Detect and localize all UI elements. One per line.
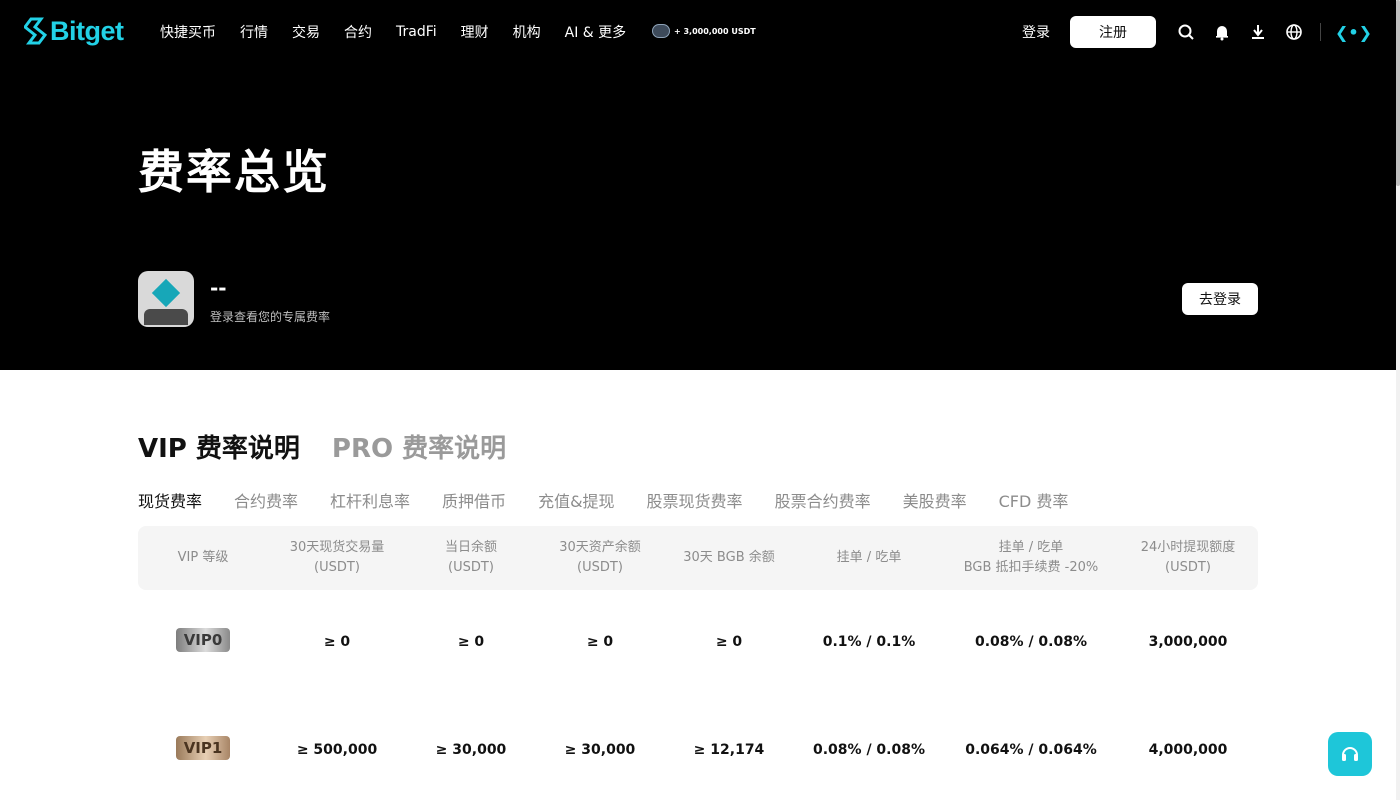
maker-taker-bgb-cell: 0.08% / 0.08% bbox=[975, 634, 1087, 650]
bitget-logo-icon bbox=[24, 17, 48, 44]
col-daily-balance: 当日余额 (USDT) bbox=[406, 526, 536, 590]
section-tabs: VIP 费率说明 PRO 费率说明 bbox=[138, 428, 538, 465]
nav-earn[interactable]: 理财 bbox=[461, 22, 489, 42]
page-title: 费率总览 bbox=[138, 145, 330, 199]
nav-futures[interactable]: 合约 bbox=[344, 22, 372, 42]
asset-balance-cell: ≥ 30,000 bbox=[564, 742, 636, 758]
promo-badge-icon bbox=[652, 24, 670, 38]
subtab-deposit-withdraw[interactable]: 充值&提现 bbox=[538, 488, 614, 512]
hero-section: 费率总览 -- 登录查看您的专属费率 去登录 bbox=[0, 64, 1396, 370]
top-navigation: Bitget 快捷买币 行情 交易 合约 TradFi 理财 机构 AI & 更… bbox=[0, 0, 1396, 64]
bell-icon[interactable] bbox=[1212, 22, 1232, 42]
sub-tabs: 现货费率 合约费率 杠杆利息率 质押借币 充值&提现 股票现货费率 股票合约费率… bbox=[138, 488, 1100, 512]
bgb-balance-cell: ≥ 0 bbox=[715, 634, 743, 650]
withdraw-limit-cell: 4,000,000 bbox=[1148, 742, 1228, 758]
nav-quick-buy[interactable]: 快捷买币 bbox=[160, 22, 216, 42]
col-spot-volume-unit: (USDT) bbox=[314, 560, 360, 575]
col-withdraw-limit-label: 24小时提现额度 bbox=[1140, 540, 1236, 555]
nav-trade[interactable]: 交易 bbox=[292, 22, 320, 42]
spot-volume-cell: ≥ 500,000 bbox=[296, 742, 378, 758]
col-maker-taker-bgb-note: BGB 抵扣手续费 -20% bbox=[963, 560, 1099, 575]
promo-banner[interactable]: + 3,000,000 USDT bbox=[652, 24, 756, 38]
col-daily-balance-label: 当日余额 bbox=[444, 540, 497, 555]
search-icon[interactable] bbox=[1176, 22, 1196, 42]
subtab-stock-spot-fees[interactable]: 股票现货费率 bbox=[647, 488, 743, 512]
brand-mark-icon[interactable]: ❮•❯ bbox=[1335, 23, 1372, 42]
page-scrollbar[interactable] bbox=[1396, 0, 1400, 800]
col-withdraw-limit: 24小时提现额度 (USDT) bbox=[1118, 526, 1258, 590]
bgb-balance-cell: ≥ 12,174 bbox=[693, 742, 765, 758]
vip-level-cell: VIP1 bbox=[138, 696, 268, 800]
header-divider bbox=[1319, 23, 1321, 41]
col-spot-volume: 30天现货交易量 (USDT) bbox=[268, 526, 406, 590]
withdraw-limit-cell: 3,000,000 bbox=[1148, 634, 1228, 650]
user-subtitle: 登录查看您的专属费率 bbox=[210, 310, 331, 324]
subtab-stock-futures-fees[interactable]: 股票合约费率 bbox=[775, 488, 871, 512]
subtab-margin-interest[interactable]: 杠杆利息率 bbox=[330, 488, 410, 512]
download-icon[interactable] bbox=[1248, 22, 1268, 42]
col-daily-balance-unit: (USDT) bbox=[448, 560, 494, 575]
col-maker-taker-label: 挂单 / 吃单 bbox=[836, 550, 902, 565]
subtab-crypto-loans[interactable]: 质押借币 bbox=[442, 488, 506, 512]
tab-pro-rates[interactable]: PRO 费率说明 bbox=[332, 428, 506, 465]
col-vip-level-label: VIP 等级 bbox=[177, 550, 229, 565]
col-asset-balance-label: 30天资产余额 bbox=[559, 540, 641, 555]
vip-badge: VIP0 bbox=[176, 628, 230, 652]
table-header: VIP 等级 30天现货交易量 (USDT) 当日余额 (USDT) 30天资产余额… bbox=[138, 526, 1258, 590]
maker-taker-bgb-cell: 0.064% / 0.064% bbox=[965, 742, 1097, 758]
daily-balance-cell: ≥ 0 bbox=[457, 634, 485, 650]
goto-login-button[interactable]: 去登录 bbox=[1182, 283, 1258, 315]
nav-ai-more[interactable]: AI & 更多 bbox=[565, 22, 627, 42]
table-row: VIP0 ≥ 0 ≥ 0 ≥ 0 ≥ 0 0.1% / 0.1% 0.08% /… bbox=[138, 588, 1258, 696]
maker-taker-cell: 0.08% / 0.08% bbox=[813, 742, 925, 758]
subtab-cfd-fees[interactable]: CFD 费率 bbox=[999, 488, 1069, 512]
register-button[interactable]: 注册 bbox=[1069, 16, 1156, 48]
col-asset-balance: 30天资产余额 (USDT) bbox=[536, 526, 664, 590]
col-maker-taker-bgb: 挂单 / 吃单 BGB 抵扣手续费 -20% bbox=[944, 526, 1118, 590]
subtab-futures-fees[interactable]: 合约费率 bbox=[234, 488, 298, 512]
vip-badge: VIP1 bbox=[176, 736, 230, 760]
headset-icon bbox=[1342, 747, 1358, 761]
col-withdraw-limit-unit: (USDT) bbox=[1165, 560, 1211, 575]
col-maker-taker-bgb-label: 挂单 / 吃单 bbox=[998, 540, 1064, 555]
tab-vip-rates[interactable]: VIP 费率说明 bbox=[138, 428, 300, 465]
spot-volume-cell: ≥ 0 bbox=[323, 634, 351, 650]
subtab-spot-fees[interactable]: 现货费率 bbox=[138, 488, 202, 512]
vip-level-cell: VIP0 bbox=[138, 588, 268, 696]
main-nav: 快捷买币 行情 交易 合约 TradFi 理财 机构 AI & 更多 bbox=[160, 0, 650, 64]
avatar-diamond-icon bbox=[151, 278, 181, 308]
col-vip-level: VIP 等级 bbox=[138, 526, 268, 590]
asset-balance-cell: ≥ 0 bbox=[586, 634, 614, 650]
col-maker-taker: 挂单 / 吃单 bbox=[794, 526, 944, 590]
bitget-logo[interactable]: Bitget bbox=[24, 16, 124, 47]
globe-icon[interactable] bbox=[1284, 22, 1304, 42]
nav-institutional[interactable]: 机构 bbox=[513, 22, 541, 42]
nav-markets[interactable]: 行情 bbox=[240, 22, 268, 42]
scrollbar-thumb[interactable] bbox=[1396, 0, 1400, 186]
maker-taker-cell: 0.1% / 0.1% bbox=[822, 634, 916, 650]
promo-text: + 3,000,000 USDT bbox=[674, 26, 756, 36]
subtab-us-stock-fees[interactable]: 美股费率 bbox=[903, 488, 967, 512]
col-bgb-balance-label: 30天 BGB 余额 bbox=[683, 550, 775, 565]
col-spot-volume-label: 30天现货交易量 bbox=[289, 540, 385, 555]
customer-support-button[interactable] bbox=[1328, 732, 1372, 776]
daily-balance-cell: ≥ 30,000 bbox=[435, 742, 507, 758]
avatar bbox=[138, 271, 194, 327]
col-bgb-balance: 30天 BGB 余额 bbox=[664, 526, 794, 590]
avatar-base bbox=[144, 309, 188, 325]
logo-text: Bitget bbox=[50, 16, 124, 46]
col-asset-balance-unit: (USDT) bbox=[577, 560, 623, 575]
table-row: VIP1 ≥ 500,000 ≥ 30,000 ≥ 30,000 ≥ 12,17… bbox=[138, 696, 1258, 800]
header-actions: 登录 注册 ❮•❯ bbox=[1022, 0, 1372, 64]
nav-tradfi[interactable]: TradFi bbox=[396, 24, 437, 40]
user-name: -- bbox=[210, 276, 227, 300]
login-link[interactable]: 登录 bbox=[1022, 22, 1050, 42]
